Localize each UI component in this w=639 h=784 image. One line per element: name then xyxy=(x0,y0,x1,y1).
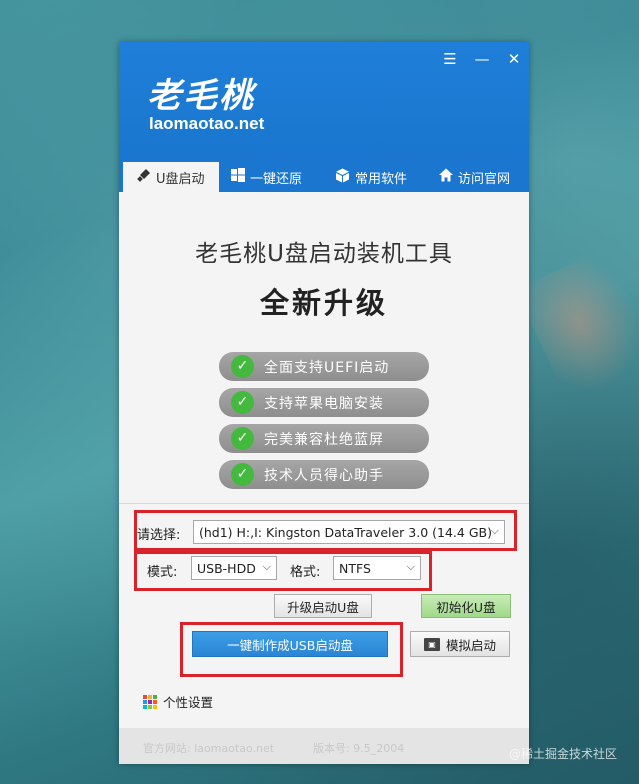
tab-visit-website[interactable]: 访问官网 xyxy=(439,162,529,192)
menu-icon[interactable]: ☰ xyxy=(441,50,459,68)
footer-version: 版本号: 9.5_2004 xyxy=(313,742,405,755)
tab-bar: U盘启动 一键还原 常用软件 访问官网 xyxy=(119,158,529,192)
init-usb-button[interactable]: 初始化U盘 xyxy=(421,594,511,618)
footer-website: 官方网站: laomaotao.net xyxy=(143,742,275,755)
tab-label: 常用软件 xyxy=(355,171,408,187)
logo-chinese: 老毛桃 xyxy=(147,76,255,116)
check-icon: ✓ xyxy=(231,391,254,414)
usb-icon xyxy=(137,168,151,186)
tab-usb-boot[interactable]: U盘启动 xyxy=(123,162,219,192)
status-footer: 官方网站: laomaotao.net 版本号: 9.5_2004 xyxy=(119,728,529,764)
feature-text: 支持苹果电脑安装 xyxy=(264,395,384,412)
upgrade-usb-button[interactable]: 升级启动U盘 xyxy=(274,594,372,618)
minimize-icon[interactable]: — xyxy=(473,50,491,68)
tab-label: 一键还原 xyxy=(250,171,303,187)
logo-url: laomaotao.net xyxy=(149,114,265,133)
simulate-boot-label: 模拟启动 xyxy=(445,637,496,653)
page-subtitle: 全新升级 xyxy=(259,286,388,320)
simulate-boot-button[interactable]: ▣ 模拟启动 xyxy=(410,631,510,657)
app-window: 老毛桃 laomaotao.net ☰ — ✕ U盘启动 一键还原 常用软件 访… xyxy=(119,42,529,764)
personal-settings-label: 个性设置 xyxy=(163,695,214,710)
highlight-box-mode-format xyxy=(134,551,432,591)
site-watermark: @稀土掘金技术社区 xyxy=(508,747,617,761)
feature-text: 完美兼容杜绝蓝屏 xyxy=(264,431,384,448)
check-icon: ✓ xyxy=(231,427,254,450)
windows-icon xyxy=(231,168,245,186)
feature-badge: ✓ 全面支持UEFI启动 xyxy=(219,352,429,381)
tab-one-click-restore[interactable]: 一键还原 xyxy=(231,162,327,192)
tab-label: U盘启动 xyxy=(156,171,205,187)
app-header: 老毛桃 laomaotao.net ☰ — ✕ xyxy=(119,42,529,158)
monitor-icon: ▣ xyxy=(423,637,440,651)
tab-label: 访问官网 xyxy=(458,171,511,187)
section-divider xyxy=(119,503,529,504)
box-icon xyxy=(335,168,350,187)
feature-badge: ✓ 完美兼容杜绝蓝屏 xyxy=(219,424,429,453)
feature-badge: ✓ 支持苹果电脑安装 xyxy=(219,388,429,417)
highlight-box-device xyxy=(134,510,517,551)
home-icon xyxy=(439,168,453,186)
feature-text: 技术人员得心助手 xyxy=(264,467,384,484)
personal-settings-link[interactable]: 个性设置 xyxy=(143,692,213,711)
page-title: 老毛桃U盘启动装机工具 xyxy=(195,241,453,267)
check-icon: ✓ xyxy=(231,355,254,378)
feature-text: 全面支持UEFI启动 xyxy=(264,359,390,376)
highlight-box-make xyxy=(180,622,403,677)
close-icon[interactable]: ✕ xyxy=(505,50,523,68)
palette-icon xyxy=(143,694,157,709)
feature-badge: ✓ 技术人员得心助手 xyxy=(219,460,429,489)
tab-common-software[interactable]: 常用软件 xyxy=(335,162,431,192)
check-icon: ✓ xyxy=(231,463,254,486)
